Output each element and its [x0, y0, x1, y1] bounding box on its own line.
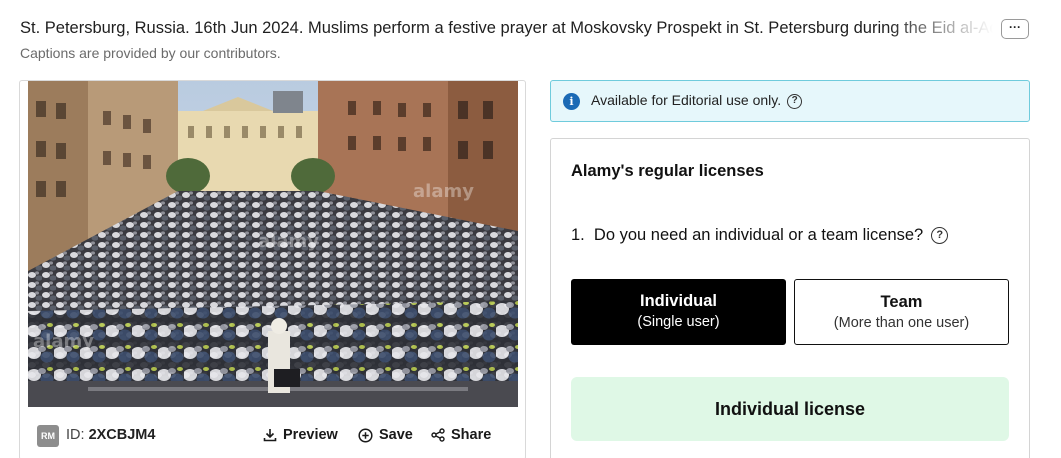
contributors-note: Captions are provided by our contributor… — [20, 45, 281, 61]
team-license-option[interactable]: Team (More than one user) — [794, 279, 1009, 345]
image-id-value: 2XCBJM4 — [88, 427, 156, 443]
preview-button[interactable]: Preview — [263, 427, 338, 443]
rm-license-badge: RM — [37, 425, 59, 447]
save-label: Save — [379, 427, 413, 443]
stock-photo[interactable]: alamy alamy alamy — [28, 81, 518, 407]
watermark: alamy — [258, 231, 319, 252]
question-icon[interactable]: ? — [931, 227, 949, 245]
license-panel: Alamy's regular licenses 1. Do you need … — [550, 138, 1030, 458]
editorial-use-notice: i Available for Editorial use only.? — [550, 80, 1030, 122]
image-id: ID: 2XCBJM4 — [66, 427, 155, 443]
license-type-question-text: 1. Do you need an individual or a team l… — [571, 226, 924, 244]
share-label: Share — [451, 427, 492, 443]
watermark: alamy — [413, 181, 474, 202]
watermark: alamy — [33, 331, 94, 352]
image-id-label: ID: — [66, 427, 85, 443]
option-subtitle: (More than one user) — [833, 315, 970, 331]
option-title: Individual — [639, 292, 717, 310]
preview-label: Preview — [283, 427, 338, 443]
info-icon: i — [563, 93, 580, 110]
expand-caption-button[interactable]: ··· — [1001, 19, 1029, 39]
option-subtitle: (Single user) — [637, 314, 720, 330]
share-button[interactable]: Share — [431, 427, 491, 443]
individual-license-button[interactable]: Individual license — [571, 377, 1009, 441]
image-actions-bar: RM ID: 2XCBJM4 Preview Save Share — [20, 419, 525, 455]
plus-circle-icon — [358, 427, 373, 443]
license-type-question: 1. Do you need an individual or a team l… — [571, 226, 949, 245]
image-card: alamy alamy alamy RM ID: 2XCBJM4 Preview… — [19, 80, 526, 458]
editorial-notice-text: Available for Editorial use only. — [591, 92, 782, 108]
save-button[interactable]: Save — [358, 427, 413, 443]
download-icon — [263, 429, 277, 442]
question-icon[interactable]: ? — [787, 93, 803, 109]
editorial-notice-text-wrap: Available for Editorial use only.? — [591, 92, 803, 109]
individual-license-option[interactable]: Individual (Single user) — [571, 279, 786, 345]
option-title: Team — [880, 293, 923, 311]
share-icon — [431, 428, 445, 442]
image-caption: St. Petersburg, Russia. 16th Jun 2024. M… — [20, 19, 1005, 37]
caption-fade — [885, 16, 1005, 40]
license-panel-title: Alamy's regular licenses — [571, 162, 764, 180]
